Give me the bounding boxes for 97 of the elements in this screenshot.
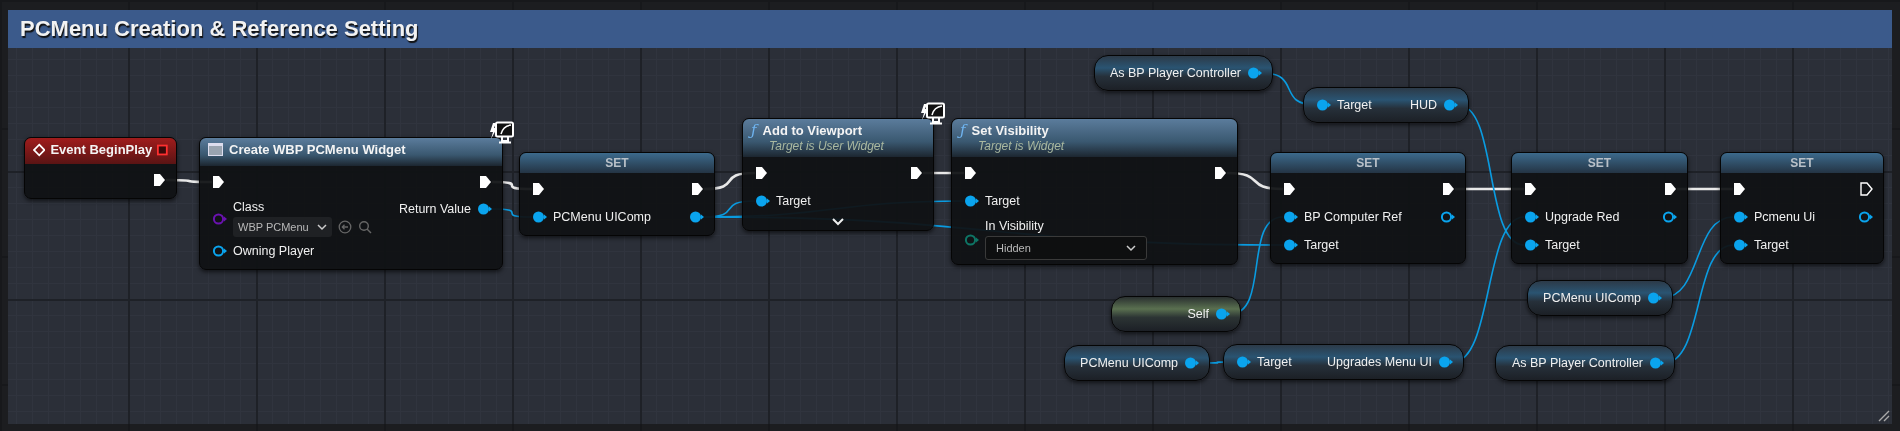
caret-icon bbox=[316, 223, 327, 231]
data-pin[interactable] bbox=[1440, 210, 1455, 224]
exec-pin[interactable] bbox=[755, 166, 768, 180]
data-pin[interactable] bbox=[1215, 307, 1230, 321]
dropdown[interactable]: WBP PCMenu bbox=[233, 217, 332, 237]
data-pin[interactable] bbox=[477, 202, 492, 216]
exec-pin[interactable] bbox=[1214, 166, 1227, 180]
pin-label: Self bbox=[1187, 307, 1209, 321]
data-pin[interactable] bbox=[1283, 210, 1298, 224]
node-title: SET bbox=[605, 156, 629, 170]
data-pin[interactable] bbox=[1524, 210, 1539, 224]
pin-label: Upgrade Red bbox=[1545, 210, 1620, 224]
comment-title: PCMenu Creation & Reference Setting bbox=[20, 16, 419, 42]
pin-label: Target bbox=[1545, 238, 1580, 252]
pin-label: Target bbox=[985, 194, 1020, 208]
node-title: Create WBP PCMenu Widget bbox=[229, 142, 406, 157]
data-pin[interactable] bbox=[1236, 355, 1251, 369]
node-title: Event BeginPlay bbox=[50, 142, 153, 157]
exec-pin[interactable] bbox=[964, 166, 977, 180]
pin-label: As BP Player Controller bbox=[1511, 356, 1643, 370]
exec-pin[interactable] bbox=[1664, 182, 1677, 196]
pin-label: PCMenu UIComp bbox=[1080, 356, 1178, 370]
pin-label: HUD bbox=[1409, 98, 1437, 112]
data-pin[interactable] bbox=[1247, 66, 1262, 80]
blueprint-node[interactable]: Target HUD bbox=[1303, 87, 1469, 123]
pin-label: PCMenu UIComp bbox=[553, 210, 651, 224]
node-title: SET bbox=[1587, 156, 1612, 170]
data-pin[interactable] bbox=[1443, 98, 1458, 112]
exec-pin[interactable] bbox=[532, 182, 545, 196]
pin-label: BP Computer Ref bbox=[1304, 210, 1402, 224]
data-pin[interactable] bbox=[1647, 291, 1662, 305]
blueprint-node[interactable]: PCMenu UIComp bbox=[1064, 345, 1210, 381]
pin-label: Target bbox=[1257, 355, 1292, 369]
exec-pin[interactable] bbox=[153, 173, 166, 187]
node-title: SET bbox=[1790, 156, 1814, 170]
data-pin[interactable] bbox=[1438, 355, 1453, 369]
data-pin[interactable] bbox=[1524, 238, 1539, 252]
data-pin[interactable] bbox=[964, 232, 979, 247]
chevron-icon[interactable] bbox=[831, 217, 845, 226]
blueprint-node[interactable]: ƒ Add to Viewport Target is User Widget Target bbox=[742, 118, 934, 231]
exec-pin[interactable] bbox=[1733, 182, 1746, 196]
blueprint-node[interactable]: Target Upgrades Menu UI bbox=[1223, 344, 1464, 380]
data-pin[interactable] bbox=[212, 244, 227, 258]
data-pin[interactable] bbox=[1662, 210, 1677, 224]
blueprint-node[interactable]: SET Upgrade Red Target bbox=[1511, 152, 1688, 264]
data-pin[interactable] bbox=[1649, 356, 1664, 370]
data-pin[interactable] bbox=[755, 194, 770, 208]
exec-pin[interactable] bbox=[1442, 182, 1455, 196]
blueprint-node[interactable]: PCMenu UIComp bbox=[1527, 280, 1673, 316]
pin-label: Class bbox=[233, 200, 266, 214]
pin-label: PCMenu UIComp bbox=[1543, 291, 1641, 305]
blueprint-node[interactable]: As BP Player Controller bbox=[1094, 55, 1273, 91]
pin-label: Pcmenu Ui bbox=[1754, 210, 1816, 224]
exec-pin[interactable] bbox=[1524, 182, 1537, 196]
blueprint-node[interactable]: Self bbox=[1111, 296, 1241, 332]
pin-label: Return Value bbox=[398, 202, 471, 216]
node-title: Set Visibility bbox=[971, 123, 1049, 138]
exec-pin[interactable] bbox=[479, 175, 492, 189]
data-pin[interactable] bbox=[1733, 238, 1748, 252]
pin-label: Owning Player bbox=[233, 244, 315, 258]
exec-pin[interactable] bbox=[910, 166, 923, 180]
node-title: SET bbox=[1356, 156, 1380, 170]
exec-pin[interactable] bbox=[691, 182, 704, 196]
caret-icon bbox=[1126, 244, 1136, 252]
delegate-pin-icon[interactable] bbox=[157, 143, 168, 156]
data-pin[interactable] bbox=[689, 210, 704, 224]
data-pin[interactable] bbox=[1283, 238, 1298, 252]
exec-pin[interactable] bbox=[1860, 182, 1873, 196]
event-icon bbox=[33, 142, 46, 157]
pin-label: Target bbox=[776, 194, 811, 208]
pin-label: Target bbox=[1304, 238, 1339, 252]
pin-label: Target bbox=[1337, 98, 1372, 112]
exec-pin[interactable] bbox=[1283, 182, 1296, 196]
blueprint-node[interactable]: SET PCMenu UIComp bbox=[519, 152, 715, 236]
blueprint-node[interactable]: SET BP Computer Ref Target bbox=[1270, 152, 1466, 264]
data-pin[interactable] bbox=[964, 194, 979, 208]
data-pin[interactable] bbox=[1733, 210, 1748, 224]
search-icon[interactable] bbox=[357, 220, 372, 234]
blueprint-node[interactable]: Event BeginPlay bbox=[24, 137, 177, 199]
data-pin[interactable] bbox=[532, 210, 547, 224]
node-title: Add to Viewport bbox=[762, 123, 862, 138]
pin-label: In Visibility bbox=[985, 219, 1045, 233]
pin-label: Upgrades Menu UI bbox=[1327, 355, 1432, 369]
pin-label: As BP Player Controller bbox=[1109, 66, 1241, 80]
node-subtitle: Target is User Widget bbox=[768, 139, 885, 153]
blueprint-node[interactable]: As BP Player Controller bbox=[1495, 345, 1675, 381]
dropdown[interactable]: Hidden bbox=[985, 236, 1147, 260]
node-subtitle: Target is Widget bbox=[977, 139, 1066, 153]
data-pin[interactable] bbox=[1184, 356, 1199, 370]
resize-grip-icon[interactable] bbox=[1876, 408, 1890, 422]
data-pin[interactable] bbox=[1858, 210, 1873, 224]
blueprint-node[interactable]: SET Pcmenu Ui Target bbox=[1720, 152, 1884, 264]
pin-label: Target bbox=[1754, 238, 1789, 252]
data-pin[interactable] bbox=[1316, 98, 1331, 112]
blueprint-node[interactable]: ƒ Set Visibility Target is Widget Target In Visibility Hidden bbox=[951, 118, 1238, 265]
blueprint-node[interactable]: Create WBP PCMenu Widget Class WBP PCMenu Return Value Owning Player bbox=[199, 137, 503, 270]
exec-pin[interactable] bbox=[212, 175, 225, 189]
